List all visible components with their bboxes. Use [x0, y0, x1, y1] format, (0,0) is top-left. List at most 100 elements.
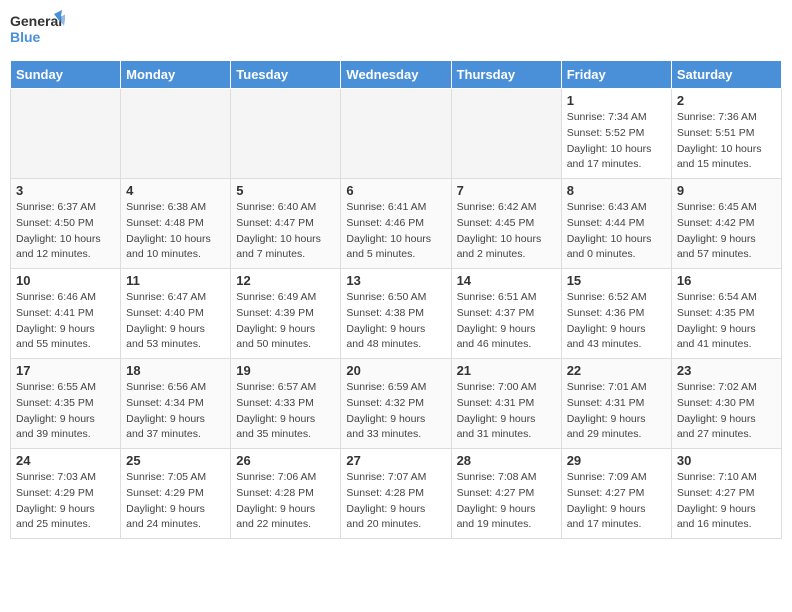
calendar-day-cell: 15 Sunrise: 6:52 AM Sunset: 4:36 PM Dayli… [561, 269, 671, 359]
calendar-body: 1 Sunrise: 7:34 AM Sunset: 5:52 PM Daylig… [11, 89, 782, 539]
calendar-day-cell: 27Sunrise: 7:07 AM Sunset: 4:28 PM Dayli… [341, 449, 451, 539]
logo-svg: General Blue [10, 10, 65, 52]
day-info: Sunrise: 6:50 AM Sunset: 4:38 PM Dayligh… [346, 290, 445, 353]
day-info: Sunrise: 7:05 AM Sunset: 4:29 PM Dayligh… [126, 470, 225, 533]
calendar-day-cell: 11 Sunrise: 6:47 AM Sunset: 4:40 PM Dayli… [121, 269, 231, 359]
day-info: Sunrise: 7:01 AM Sunset: 4:31 PM Dayligh… [567, 380, 666, 443]
day-info: Sunrise: 6:43 AM Sunset: 4:44 PM Dayligh… [567, 200, 666, 263]
weekday-header-cell: Thursday [451, 61, 561, 89]
calendar-week-row: 10 Sunrise: 6:46 AM Sunset: 4:41 PM Dayli… [11, 269, 782, 359]
calendar-day-cell: 17 Sunrise: 6:55 AM Sunset: 4:35 PM Dayli… [11, 359, 121, 449]
day-info: Sunrise: 7:36 AM Sunset: 5:51 PM Dayligh… [677, 110, 776, 173]
day-number: 12 [236, 273, 335, 288]
day-number: 9 [677, 183, 776, 198]
day-info: Sunrise: 7:02 AM Sunset: 4:30 PM Dayligh… [677, 380, 776, 443]
day-info: Sunrise: 7:07 AM Sunset: 4:28 PM Dayligh… [346, 470, 445, 533]
day-number: 10 [16, 273, 115, 288]
day-info: Sunrise: 7:08 AM Sunset: 4:27 PM Dayligh… [457, 470, 556, 533]
day-number: 15 [567, 273, 666, 288]
calendar-day-cell: 23 Sunrise: 7:02 AM Sunset: 4:30 PM Dayli… [671, 359, 781, 449]
calendar-day-cell [341, 89, 451, 179]
day-number: 6 [346, 183, 445, 198]
day-info: Sunrise: 6:57 AM Sunset: 4:33 PM Dayligh… [236, 380, 335, 443]
day-info: Sunrise: 6:38 AM Sunset: 4:48 PM Dayligh… [126, 200, 225, 263]
weekday-header-cell: Tuesday [231, 61, 341, 89]
calendar-week-row: 3Sunrise: 6:37 AM Sunset: 4:50 PM Daylig… [11, 179, 782, 269]
calendar-day-cell: 16 Sunrise: 6:54 AM Sunset: 4:35 PM Dayli… [671, 269, 781, 359]
day-info: Sunrise: 6:40 AM Sunset: 4:47 PM Dayligh… [236, 200, 335, 263]
calendar-day-cell: 10 Sunrise: 6:46 AM Sunset: 4:41 PM Dayli… [11, 269, 121, 359]
day-number: 20 [346, 363, 445, 378]
day-number: 5 [236, 183, 335, 198]
calendar-day-cell [451, 89, 561, 179]
svg-text:General: General [10, 13, 62, 29]
weekday-header-cell: Monday [121, 61, 231, 89]
weekday-header-cell: Friday [561, 61, 671, 89]
header-area: General Blue [10, 10, 782, 52]
calendar-day-cell: 13Sunrise: 6:50 AM Sunset: 4:38 PM Dayli… [341, 269, 451, 359]
calendar-day-cell [231, 89, 341, 179]
svg-text:Blue: Blue [10, 29, 41, 45]
calendar-day-cell: 2 Sunrise: 7:36 AM Sunset: 5:51 PM Daylig… [671, 89, 781, 179]
calendar-day-cell: 28 Sunrise: 7:08 AM Sunset: 4:27 PM Dayli… [451, 449, 561, 539]
day-info: Sunrise: 7:06 AM Sunset: 4:28 PM Dayligh… [236, 470, 335, 533]
day-info: Sunrise: 6:52 AM Sunset: 4:36 PM Dayligh… [567, 290, 666, 353]
day-info: Sunrise: 6:54 AM Sunset: 4:35 PM Dayligh… [677, 290, 776, 353]
day-info: Sunrise: 7:00 AM Sunset: 4:31 PM Dayligh… [457, 380, 556, 443]
calendar-day-cell: 30 Sunrise: 7:10 AM Sunset: 4:27 PM Dayli… [671, 449, 781, 539]
day-number: 7 [457, 183, 556, 198]
day-info: Sunrise: 6:47 AM Sunset: 4:40 PM Dayligh… [126, 290, 225, 353]
day-number: 28 [457, 453, 556, 468]
day-info: Sunrise: 6:55 AM Sunset: 4:35 PM Dayligh… [16, 380, 115, 443]
calendar-day-cell: 26 Sunrise: 7:06 AM Sunset: 4:28 PM Dayli… [231, 449, 341, 539]
day-number: 26 [236, 453, 335, 468]
calendar-day-cell: 22Sunrise: 7:01 AM Sunset: 4:31 PM Dayli… [561, 359, 671, 449]
weekday-header-cell: Saturday [671, 61, 781, 89]
calendar-day-cell: 7 Sunrise: 6:42 AM Sunset: 4:45 PM Daylig… [451, 179, 561, 269]
day-info: Sunrise: 7:10 AM Sunset: 4:27 PM Dayligh… [677, 470, 776, 533]
day-number: 2 [677, 93, 776, 108]
day-number: 8 [567, 183, 666, 198]
day-number: 19 [236, 363, 335, 378]
day-info: Sunrise: 6:56 AM Sunset: 4:34 PM Dayligh… [126, 380, 225, 443]
day-info: Sunrise: 7:03 AM Sunset: 4:29 PM Dayligh… [16, 470, 115, 533]
calendar-day-cell: 24Sunrise: 7:03 AM Sunset: 4:29 PM Dayli… [11, 449, 121, 539]
day-info: Sunrise: 7:09 AM Sunset: 4:27 PM Dayligh… [567, 470, 666, 533]
day-info: Sunrise: 6:46 AM Sunset: 4:41 PM Dayligh… [16, 290, 115, 353]
day-number: 25 [126, 453, 225, 468]
day-number: 1 [567, 93, 666, 108]
calendar-day-cell: 25 Sunrise: 7:05 AM Sunset: 4:29 PM Dayli… [121, 449, 231, 539]
calendar-day-cell: 1 Sunrise: 7:34 AM Sunset: 5:52 PM Daylig… [561, 89, 671, 179]
day-number: 14 [457, 273, 556, 288]
day-info: Sunrise: 7:34 AM Sunset: 5:52 PM Dayligh… [567, 110, 666, 173]
day-info: Sunrise: 6:37 AM Sunset: 4:50 PM Dayligh… [16, 200, 115, 263]
day-number: 18 [126, 363, 225, 378]
calendar-day-cell: 3Sunrise: 6:37 AM Sunset: 4:50 PM Daylig… [11, 179, 121, 269]
weekday-header-row: SundayMondayTuesdayWednesdayThursdayFrid… [11, 61, 782, 89]
calendar-day-cell: 18 Sunrise: 6:56 AM Sunset: 4:34 PM Dayli… [121, 359, 231, 449]
calendar-day-cell: 14Sunrise: 6:51 AM Sunset: 4:37 PM Dayli… [451, 269, 561, 359]
calendar-table: SundayMondayTuesdayWednesdayThursdayFrid… [10, 60, 782, 539]
weekday-header-cell: Wednesday [341, 61, 451, 89]
day-number: 17 [16, 363, 115, 378]
day-number: 16 [677, 273, 776, 288]
calendar-day-cell: 20 Sunrise: 6:59 AM Sunset: 4:32 PM Dayli… [341, 359, 451, 449]
day-number: 29 [567, 453, 666, 468]
calendar-day-cell: 4 Sunrise: 6:38 AM Sunset: 4:48 PM Daylig… [121, 179, 231, 269]
calendar-day-cell: 6Sunrise: 6:41 AM Sunset: 4:46 PM Daylig… [341, 179, 451, 269]
day-info: Sunrise: 6:45 AM Sunset: 4:42 PM Dayligh… [677, 200, 776, 263]
calendar-day-cell [121, 89, 231, 179]
day-number: 30 [677, 453, 776, 468]
calendar-day-cell: 12Sunrise: 6:49 AM Sunset: 4:39 PM Dayli… [231, 269, 341, 359]
day-number: 21 [457, 363, 556, 378]
day-number: 23 [677, 363, 776, 378]
day-number: 4 [126, 183, 225, 198]
logo: General Blue [10, 10, 65, 52]
calendar-week-row: 17 Sunrise: 6:55 AM Sunset: 4:35 PM Dayli… [11, 359, 782, 449]
calendar-day-cell: 9 Sunrise: 6:45 AM Sunset: 4:42 PM Daylig… [671, 179, 781, 269]
day-number: 11 [126, 273, 225, 288]
day-info: Sunrise: 6:42 AM Sunset: 4:45 PM Dayligh… [457, 200, 556, 263]
calendar-day-cell: 29 Sunrise: 7:09 AM Sunset: 4:27 PM Dayli… [561, 449, 671, 539]
calendar-day-cell: 8 Sunrise: 6:43 AM Sunset: 4:44 PM Daylig… [561, 179, 671, 269]
day-info: Sunrise: 6:59 AM Sunset: 4:32 PM Dayligh… [346, 380, 445, 443]
